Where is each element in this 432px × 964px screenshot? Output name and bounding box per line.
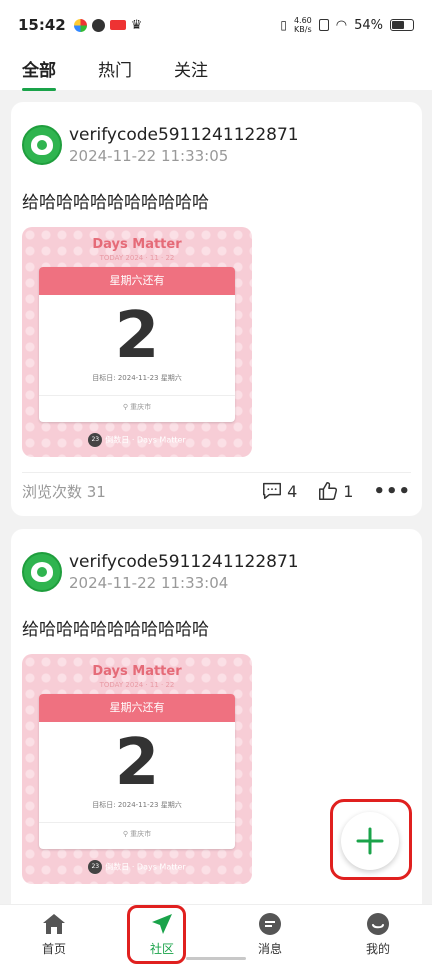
post-feed[interactable]: verifycode5911241122871 2024-11-22 11:33… — [0, 92, 432, 904]
image-countdown-number: 2 — [114, 726, 160, 800]
image-target-date: 目标日: 2024-11-23 星期六 — [92, 374, 182, 382]
plus-icon — [356, 827, 384, 855]
battery-icon — [390, 19, 414, 31]
avatar[interactable] — [22, 125, 62, 165]
image-target-date: 目标日: 2024-11-23 星期六 — [92, 801, 182, 809]
home-icon — [43, 914, 65, 934]
nav-home[interactable]: 首页 — [19, 912, 89, 957]
crown-icon: ♛ — [130, 17, 143, 33]
post-username[interactable]: verifycode5911241122871 — [69, 124, 299, 146]
tab-all[interactable]: 全部 — [22, 56, 56, 91]
app-notification-icon — [73, 18, 87, 32]
image-footer: 23 倒数日 · Days Matter — [22, 433, 252, 447]
calendar-badge-icon: 23 — [88, 433, 103, 447]
post-header: verifycode5911241122871 2024-11-22 11:33… — [22, 102, 411, 166]
message-icon — [259, 913, 281, 935]
post-timestamp: 2024-11-22 11:33:05 — [69, 147, 229, 165]
profile-icon — [367, 913, 389, 935]
status-bar: 15:42 ♛ ▯ 4.60 KB/s ◠ 54% — [0, 0, 432, 50]
like-button[interactable]: 1 — [317, 480, 353, 502]
thumbs-up-icon — [319, 482, 338, 500]
battery-percent: 54% — [354, 17, 383, 33]
post-image[interactable]: Days Matter TODAY 2024 · 11 · 22 星期六还有 2… — [22, 654, 252, 884]
like-count: 1 — [343, 481, 354, 501]
create-post-button[interactable] — [341, 812, 399, 870]
calendar-badge-icon: 23 — [88, 860, 103, 874]
highlight-ring — [127, 905, 186, 964]
image-card-header: 星期六还有 — [39, 267, 235, 295]
image-title: Days Matter — [92, 237, 182, 252]
tab-follow[interactable]: 关注 — [174, 56, 208, 85]
view-count: 浏览次数 31 — [22, 483, 106, 501]
comment-count: 4 — [287, 481, 298, 501]
tab-hot[interactable]: 热门 — [98, 56, 132, 85]
post-text: 给哈哈哈哈哈哈哈哈哈哈 — [22, 620, 209, 640]
nav-messages[interactable]: 消息 — [235, 912, 305, 957]
wifi-icon: ◠ — [335, 17, 348, 33]
post-header: verifycode5911241122871 2024-11-22 11:33… — [22, 529, 411, 593]
image-footer: 23 倒数日 · Days Matter — [22, 860, 252, 874]
image-card-header: 星期六还有 — [39, 694, 235, 722]
avatar[interactable] — [22, 552, 62, 592]
image-title: Days Matter — [92, 664, 182, 679]
post-username[interactable]: verifycode5911241122871 — [69, 551, 299, 573]
nav-profile[interactable]: 我的 — [343, 912, 413, 957]
comment-icon — [263, 482, 282, 500]
image-city: ⚲ 重庆市 — [39, 395, 235, 412]
image-subtitle: TODAY 2024 · 11 · 22 — [99, 254, 175, 262]
image-subtitle: TODAY 2024 · 11 · 22 — [99, 681, 175, 689]
post-image[interactable]: Days Matter TODAY 2024 · 11 · 22 星期六还有 2… — [22, 227, 252, 457]
post-footer: 浏览次数 31 4 1 ••• — [22, 472, 411, 502]
post-card[interactable]: verifycode5911241122871 2024-11-22 11:33… — [11, 102, 422, 516]
vibrate-icon: ▯ — [280, 18, 287, 32]
sim-icon — [318, 19, 329, 31]
home-indicator — [186, 957, 246, 960]
status-time: 15:42 — [18, 16, 66, 34]
more-options-button[interactable]: ••• — [373, 481, 411, 502]
tab-bar: 全部 热门 关注 — [0, 50, 432, 91]
comment-button[interactable]: 4 — [261, 480, 297, 502]
app-notification-icon — [109, 20, 126, 30]
bottom-nav: 首页 社区 消息 我的 — [0, 904, 432, 964]
app-notification-icon — [91, 18, 105, 32]
network-speed: 4.60 KB/s — [293, 16, 312, 34]
post-timestamp: 2024-11-22 11:33:04 — [69, 574, 229, 592]
image-city: ⚲ 重庆市 — [39, 822, 235, 839]
image-countdown-number: 2 — [114, 299, 160, 373]
post-text: 给哈哈哈哈哈哈哈哈哈哈 — [22, 193, 209, 213]
